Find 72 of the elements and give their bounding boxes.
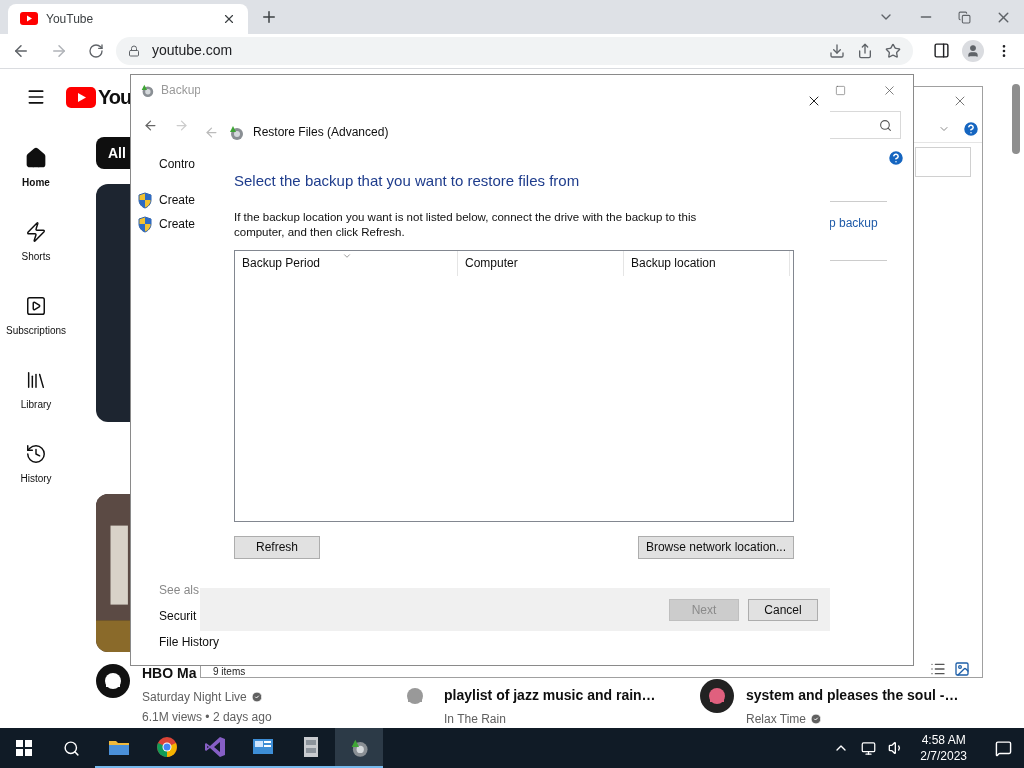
- video-title[interactable]: system and pleases the soul -…: [746, 686, 959, 704]
- help-icon[interactable]: [962, 119, 980, 138]
- control-panel-icon: [252, 737, 274, 757]
- filter-chip[interactable]: All: [96, 137, 130, 169]
- dialog-heading: Select the backup that you want to restore files from: [234, 171, 581, 191]
- search-icon: [879, 118, 892, 132]
- shield-icon: [137, 215, 153, 233]
- home-icon: [25, 146, 47, 169]
- dialog-title: Restore Files (Advanced): [253, 124, 389, 141]
- network-icon[interactable]: [861, 740, 877, 756]
- infinity-logo-icon: [204, 736, 226, 758]
- address-bar[interactable]: youtube.com: [116, 36, 913, 65]
- details-view-icon[interactable]: [930, 661, 946, 677]
- profile-avatar[interactable]: [962, 39, 984, 62]
- video-title[interactable]: HBO Ma: [142, 664, 197, 682]
- instructions: If the backup location you want is not listed below, connect the drive with the backup to this computer, and then click Refresh.: [234, 209, 698, 240]
- tab-title: YouTube: [46, 10, 95, 28]
- lock-icon: [128, 44, 140, 57]
- notification-icon[interactable]: [995, 739, 1012, 757]
- sidebar-item[interactable]: Home: [0, 131, 72, 205]
- see-also-heading: See als: [159, 582, 201, 599]
- play-logo-icon: [66, 86, 96, 108]
- item-count: 9 items: [213, 666, 246, 677]
- channel-name[interactable]: Relax Time: [746, 710, 807, 728]
- back-icon[interactable]: [143, 117, 158, 133]
- task-link[interactable]: Create: [159, 191, 196, 209]
- scrollbar-thumb[interactable]: [1012, 84, 1020, 154]
- bolt-icon: [25, 220, 47, 243]
- cabinet-icon: [302, 736, 320, 758]
- backup-icon: [139, 82, 155, 98]
- column-header[interactable]: Computer: [458, 250, 624, 276]
- task-link[interactable]: Create: [159, 215, 196, 233]
- browser-tab[interactable]: YouTube: [8, 3, 248, 34]
- play-logo-icon: [20, 12, 38, 25]
- sidebar-item[interactable]: History: [0, 427, 72, 501]
- backup-link[interactable]: p backup: [829, 216, 878, 230]
- sidebar-item[interactable]: Subscriptions: [0, 279, 72, 353]
- refresh-button[interactable]: Refresh: [234, 535, 320, 559]
- share-icon[interactable]: [857, 42, 873, 59]
- chrome-icon: [156, 736, 178, 758]
- reload-icon[interactable]: [88, 42, 104, 59]
- taskbar-app[interactable]: [335, 728, 383, 768]
- tiles-view-icon[interactable]: [954, 661, 970, 677]
- column-header[interactable]: Backup location: [624, 250, 790, 276]
- sidebar-item[interactable]: Library: [0, 353, 72, 427]
- window-title: Backup: [161, 82, 202, 99]
- download-icon[interactable]: [829, 42, 845, 59]
- side-panel-icon[interactable]: [933, 42, 950, 60]
- search-field[interactable]: [915, 147, 971, 177]
- cancel-button[interactable]: Cancel: [748, 598, 818, 621]
- restore-icon[interactable]: [958, 10, 971, 24]
- channel-name[interactable]: In The Rain: [444, 710, 506, 728]
- url-text: youtube.com: [152, 41, 234, 61]
- shield-icon: [137, 191, 153, 209]
- menu-icon[interactable]: [26, 87, 46, 107]
- channel-name[interactable]: Saturday Night Live: [142, 688, 247, 706]
- folder-icon: [108, 738, 130, 756]
- browse-button[interactable]: Browse network location...: [637, 535, 794, 559]
- video-meta: 6.1M views • 2 days ago: [142, 709, 272, 726]
- history-icon: [25, 442, 47, 465]
- task-link[interactable]: Contro: [159, 155, 196, 173]
- column-header[interactable]: Backup Period: [235, 250, 458, 276]
- see-also-link[interactable]: File History: [159, 633, 311, 651]
- star-icon[interactable]: [885, 42, 901, 59]
- clock-time[interactable]: 4:58 AM: [921, 732, 966, 748]
- sidebar-item[interactable]: Shorts: [0, 205, 72, 279]
- search-icon[interactable]: [63, 739, 80, 757]
- play-square-icon: [25, 294, 47, 317]
- windows-logo-icon[interactable]: [16, 740, 32, 756]
- help-icon[interactable]: [887, 149, 905, 167]
- clock-date[interactable]: 2/7/2023: [920, 748, 967, 764]
- video-title[interactable]: playlist of jazz music and rain…: [444, 686, 656, 704]
